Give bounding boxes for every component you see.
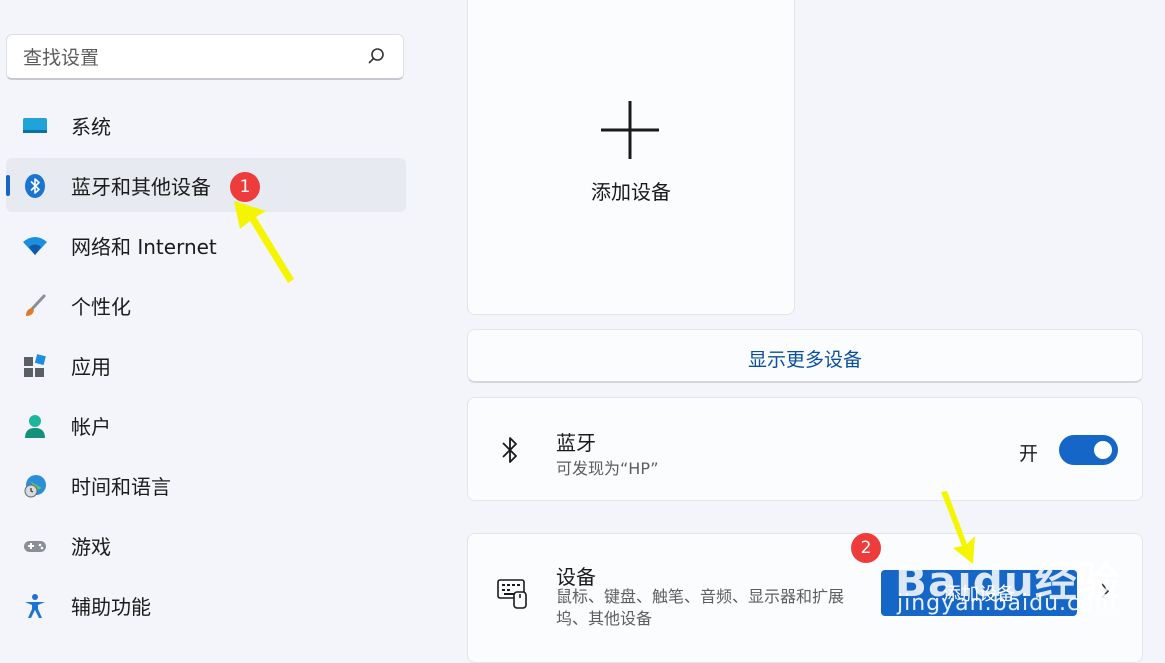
paintbrush-icon xyxy=(22,293,48,319)
search-box[interactable] xyxy=(6,34,404,80)
search-input[interactable] xyxy=(21,43,355,73)
sidebar-item-accounts[interactable]: 帐户 xyxy=(6,398,406,452)
apps-icon xyxy=(22,353,48,379)
globe-clock-icon xyxy=(22,473,48,499)
bluetooth-title: 蓝牙 xyxy=(556,431,596,455)
sidebar-item-label: 游戏 xyxy=(71,534,111,559)
bluetooth-state-label: 开 xyxy=(1019,443,1039,465)
bluetooth-toggle[interactable] xyxy=(1059,435,1118,465)
sidebar-item-label: 辅助功能 xyxy=(71,594,151,619)
toggle-knob xyxy=(1094,441,1112,459)
sidebar-item-gaming[interactable]: 游戏 xyxy=(6,518,406,572)
plus-icon xyxy=(599,99,661,165)
sidebar-item-label: 应用 xyxy=(71,354,111,379)
annotation-badge-2: 2 xyxy=(851,533,881,563)
account-icon xyxy=(22,413,48,439)
sidebar-item-accessibility[interactable]: 辅助功能 xyxy=(6,578,406,632)
bluetooth-card: 蓝牙 可发现为“HP” 开 xyxy=(467,397,1143,501)
sidebar-item-label: 帐户 xyxy=(71,414,111,439)
annotation-arrow-1 xyxy=(234,201,294,283)
add-device-tile-label: 添加设备 xyxy=(591,180,671,204)
sidebar-item-bluetooth[interactable]: 蓝牙和其他设备 1 xyxy=(6,158,406,212)
sidebar-item-label: 网络和 Internet xyxy=(71,234,217,259)
bluetooth-icon xyxy=(500,434,520,470)
sidebar-nav: 系统 蓝牙和其他设备 1 网络和 Internet 个性化 应用 帐户 时间和语… xyxy=(6,98,406,638)
wifi-icon xyxy=(22,233,48,259)
sidebar-item-personalization[interactable]: 个性化 xyxy=(6,278,406,332)
accessibility-icon xyxy=(22,593,48,619)
sidebar-item-network[interactable]: 网络和 Internet xyxy=(6,218,406,272)
keyboard-mouse-icon xyxy=(496,577,528,613)
sidebar-item-label: 蓝牙和其他设备 xyxy=(71,174,211,199)
sidebar-item-label: 系统 xyxy=(71,114,111,139)
bluetooth-icon xyxy=(22,173,48,199)
show-more-devices-label: 显示更多设备 xyxy=(747,349,862,371)
sidebar-item-time-language[interactable]: 时间和语言 xyxy=(6,458,406,512)
sidebar-item-label: 个性化 xyxy=(71,294,131,319)
sidebar-item-label: 时间和语言 xyxy=(71,474,171,499)
sidebar-item-apps[interactable]: 应用 xyxy=(6,338,406,392)
monitor-icon xyxy=(22,113,48,139)
devices-description: 鼠标、键盘、触笔、音频、显示器和扩展坞、其他设备 xyxy=(556,587,845,628)
gamepad-icon xyxy=(22,533,48,559)
bluetooth-subtitle: 可发现为“HP” xyxy=(556,459,659,478)
show-more-devices-button[interactable]: 显示更多设备 xyxy=(467,329,1143,383)
add-device-tile[interactable]: 添加设备 xyxy=(467,0,795,315)
sidebar-item-system[interactable]: 系统 xyxy=(6,98,406,152)
search-icon[interactable] xyxy=(367,47,385,69)
watermark-url: jingyan.baidu.com xyxy=(897,591,1118,616)
